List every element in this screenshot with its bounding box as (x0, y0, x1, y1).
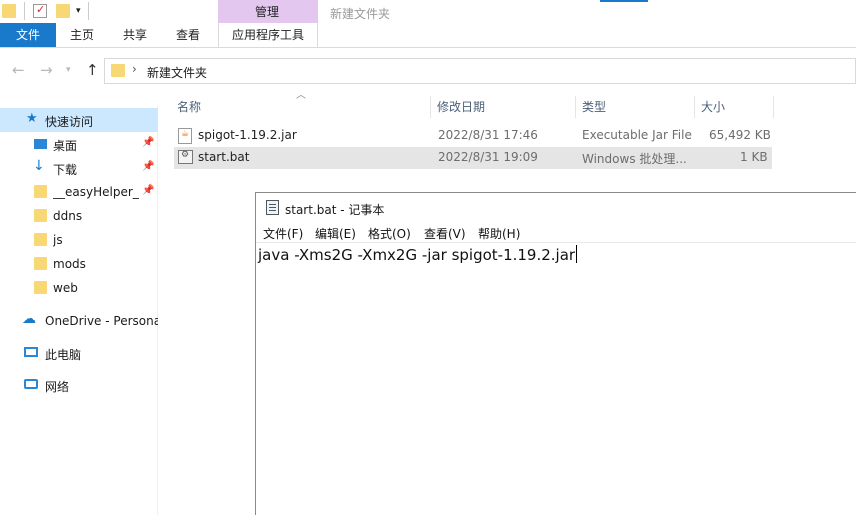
sidebar-item-label: 下载 (53, 163, 78, 177)
column-header-name[interactable]: 名称 (173, 96, 431, 118)
sidebar-item-quick-access[interactable]: ★ 快速访问 (0, 108, 158, 132)
sidebar-item-downloads[interactable]: ↓ 下载 📌 (0, 156, 158, 180)
notepad-titlebar[interactable]: start.bat - 记事本 (256, 193, 856, 221)
file-row[interactable]: ☕ spigot-1.19.2.jar 2022/8/31 17:46 Exec… (174, 125, 772, 147)
address-bar: ← → ▾ ↑ › 新建文件夹 (0, 56, 856, 86)
folder-icon (34, 281, 47, 294)
back-arrow-icon[interactable]: ← (12, 61, 25, 79)
pin-icon[interactable]: 📌 (142, 161, 154, 172)
file-date: 2022/8/31 17:46 (438, 128, 538, 142)
ribbon-tabs: 文件 主页 共享 查看 应用程序工具 (0, 23, 856, 48)
recent-dropdown-icon[interactable]: ▾ (66, 65, 71, 75)
sidebar-item-ddns[interactable]: ddns (0, 204, 158, 228)
editor-content: java -Xms2G -Xmx2G -jar spigot-1.19.2.ja… (258, 246, 576, 264)
network-icon (24, 379, 38, 389)
divider (88, 2, 89, 20)
menu-help[interactable]: 帮助(H) (478, 225, 520, 242)
sidebar-item-this-pc[interactable]: 此电脑 (0, 341, 158, 365)
sidebar-item-label: 此电脑 (45, 348, 82, 362)
folder-icon (34, 257, 47, 270)
sidebar-item-label: 快速访问 (45, 115, 94, 129)
menu-format[interactable]: 格式(O) (368, 225, 411, 242)
context-tab-label: 管理 (255, 5, 280, 19)
desktop-icon (34, 139, 47, 149)
window-title: 新建文件夹 (330, 7, 391, 21)
sidebar-item-network[interactable]: 网络 (0, 373, 158, 397)
sidebar-item-js[interactable]: js (0, 228, 158, 252)
sidebar-item-onedrive[interactable]: ☁ OneDrive - Persona (0, 309, 158, 333)
column-header-date[interactable]: 修改日期 (433, 96, 576, 118)
folder-icon (34, 233, 47, 246)
tab-app-tools[interactable]: 应用程序工具 (218, 23, 318, 47)
sidebar-item-label: 网络 (45, 380, 70, 394)
pin-icon[interactable]: 📌 (142, 137, 154, 148)
notepad-editor[interactable]: java -Xms2G -Xmx2G -jar spigot-1.19.2.ja… (258, 245, 578, 264)
download-icon: ↓ (33, 158, 45, 174)
address-path-box[interactable]: › 新建文件夹 (104, 58, 856, 84)
tab-view[interactable]: 查看 (166, 23, 210, 47)
file-date: 2022/8/31 19:09 (438, 150, 538, 164)
pin-icon[interactable]: 📌 (142, 185, 154, 196)
sidebar-item-label: OneDrive - Persona (45, 314, 158, 328)
file-type: Windows 批处理... (582, 152, 687, 166)
menu-view[interactable]: 查看(V) (424, 225, 466, 242)
notepad-window: start.bat - 记事本 文件(F) 编辑(E) 格式(O) 查看(V) … (255, 192, 856, 515)
column-header-type[interactable]: 类型 (578, 96, 695, 118)
sidebar-item-web[interactable]: web (0, 276, 158, 300)
jar-file-icon: ☕ (178, 128, 192, 144)
context-tab-manage[interactable]: 管理 (218, 0, 318, 23)
navigation-pane: ★ 快速访问 桌面 📌 ↓ 下载 📌 __easyHelper__ 📌 ddns… (0, 106, 158, 515)
qat-dropdown-icon[interactable]: ▾ (76, 6, 81, 16)
window-button-accent (600, 0, 648, 2)
folder-icon (34, 185, 47, 198)
tab-home[interactable]: 主页 (60, 23, 104, 47)
file-size: 1 KB (740, 150, 768, 164)
menu-file[interactable]: 文件(F) (263, 225, 303, 242)
sidebar-item-label: __easyHelper__ (53, 185, 139, 199)
breadcrumb-separator-icon[interactable]: › (132, 62, 137, 76)
folder-icon (111, 64, 125, 77)
bat-file-icon: ⚙ (178, 150, 193, 164)
notepad-icon (266, 200, 279, 215)
properties-icon[interactable]: ✓ (33, 3, 47, 18)
star-icon: ★ (26, 111, 38, 126)
sidebar-item-mods[interactable]: mods (0, 252, 158, 276)
breadcrumb-current[interactable]: 新建文件夹 (147, 64, 207, 81)
new-folder-icon[interactable] (56, 4, 70, 18)
up-arrow-icon[interactable]: ↑ (86, 61, 99, 79)
notepad-title: start.bat - 记事本 (285, 203, 385, 217)
folder-icon (34, 209, 47, 222)
sidebar-item-label: ddns (53, 209, 83, 223)
sidebar-item-label: web (53, 281, 78, 295)
file-name: start.bat (198, 150, 250, 164)
file-name: spigot-1.19.2.jar (198, 128, 297, 142)
divider (24, 2, 25, 20)
file-size: 65,492 KB (709, 128, 771, 142)
sidebar-item-desktop[interactable]: 桌面 📌 (0, 132, 158, 156)
cloud-icon: ☁ (22, 311, 36, 327)
sidebar-item-label: js (53, 233, 63, 247)
sidebar-item-label: 桌面 (53, 139, 78, 153)
menu-edit[interactable]: 编辑(E) (315, 225, 356, 242)
file-type: Executable Jar File (582, 128, 692, 142)
column-header-size[interactable]: 大小 (697, 96, 774, 118)
forward-arrow-icon[interactable]: → (40, 61, 53, 79)
text-caret (576, 245, 578, 263)
computer-icon (24, 347, 38, 357)
explorer-titlebar: ✓ ▾ 管理 新建文件夹 (0, 0, 856, 24)
tab-share[interactable]: 共享 (113, 23, 157, 47)
sidebar-item-label: mods (53, 257, 86, 271)
sidebar-item-easyhelper[interactable]: __easyHelper__ 📌 (0, 180, 158, 204)
file-row-selected[interactable]: ⚙ start.bat 2022/8/31 19:09 Windows 批处理.… (174, 147, 772, 169)
tab-file[interactable]: 文件 (0, 23, 56, 47)
notepad-menubar: 文件(F) 编辑(E) 格式(O) 查看(V) 帮助(H) (256, 223, 856, 243)
folder-icon (2, 4, 16, 18)
